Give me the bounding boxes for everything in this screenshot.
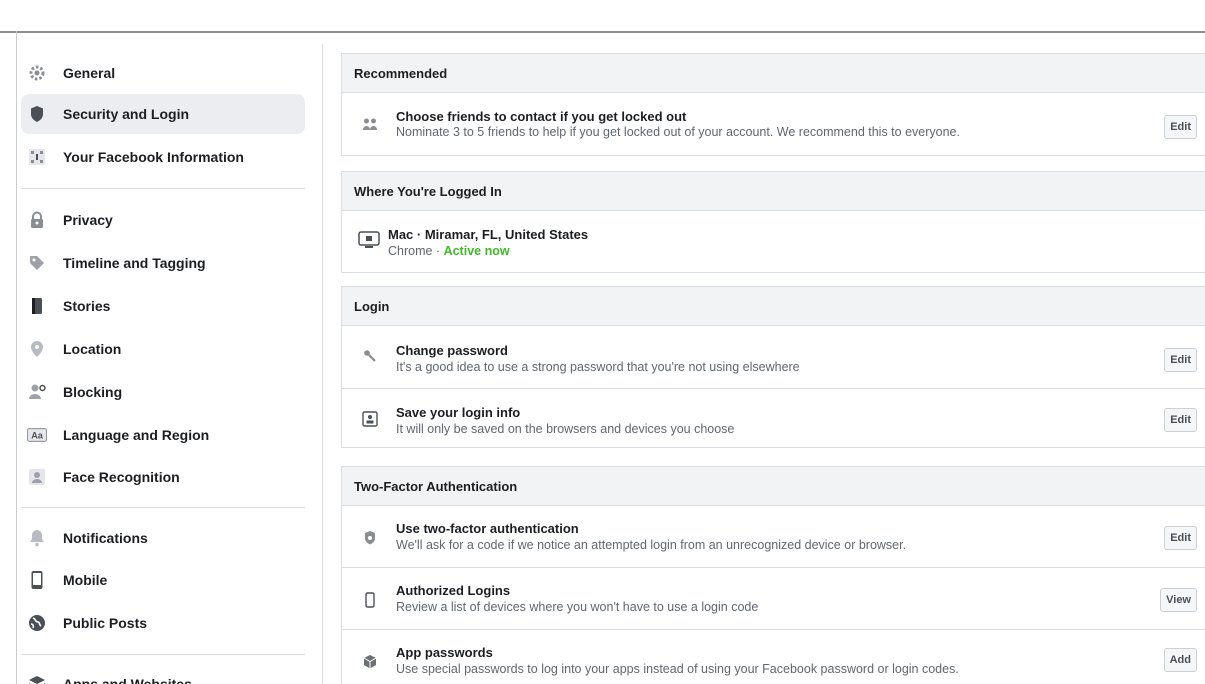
- sidebar-item-mobile[interactable]: Mobile: [21, 560, 305, 600]
- app-password-icon: [360, 652, 380, 672]
- id-card-icon: [360, 409, 380, 429]
- sidebar-item-label: Stories: [63, 298, 111, 314]
- face-recognition-icon: [27, 467, 47, 487]
- view-button[interactable]: View: [1160, 588, 1197, 612]
- tag-icon: [27, 253, 47, 273]
- edit-button[interactable]: Edit: [1164, 408, 1197, 432]
- bell-icon: [27, 528, 47, 548]
- setting-title: Authorized Logins: [396, 583, 511, 598]
- mobile-icon: [27, 570, 47, 590]
- desktop-icon: [358, 230, 380, 250]
- sidebar-divider: [21, 507, 305, 508]
- sidebar-item-label: Notifications: [63, 530, 148, 546]
- add-button[interactable]: Add: [1163, 648, 1197, 672]
- sidebar-item-label: Security and Login: [63, 106, 190, 122]
- sidebar-item-your-facebook-information[interactable]: Your Facebook Information: [21, 137, 305, 177]
- apps-icon: [27, 674, 47, 684]
- language-icon: Aa: [27, 425, 47, 445]
- section-header-where-logged-in: Where You're Logged In: [341, 171, 1205, 211]
- sidebar-item-label: Language and Region: [63, 427, 210, 443]
- edit-button[interactable]: Edit: [1164, 348, 1197, 372]
- setting-description: Use special passwords to log into your a…: [396, 662, 959, 676]
- security-settings-panel: Recommended Choose friends to contact if…: [341, 33, 1205, 684]
- section-header-login: Login: [341, 286, 1205, 326]
- sidebar-item-blocking[interactable]: Blocking: [21, 372, 305, 412]
- mobile-device-icon: [360, 590, 380, 610]
- sidebar-item-label: Apps and Websites: [63, 676, 192, 684]
- sidebar-item-location[interactable]: Location: [21, 329, 305, 369]
- setting-description: It will only be saved on the browsers an…: [396, 422, 735, 436]
- setting-title: Save your login info: [396, 405, 521, 420]
- sidebar-content-divider: [322, 44, 323, 684]
- location-pin-icon: [27, 339, 47, 359]
- settings-sidebar: General Security and Login Your Facebook…: [17, 33, 307, 684]
- section-header-recommended: Recommended: [341, 53, 1205, 93]
- setting-row-save-login-info[interactable]: Save your login info It will only be sav…: [341, 389, 1205, 448]
- trusted-friends-icon: [360, 115, 380, 135]
- setting-title: Use two-factor authentication: [396, 521, 579, 536]
- sidebar-item-language-and-region[interactable]: Aa Language and Region: [21, 415, 305, 455]
- edit-button[interactable]: Edit: [1164, 526, 1197, 550]
- key-icon: [360, 346, 380, 366]
- sidebar-item-label: Public Posts: [63, 615, 148, 631]
- session-row[interactable]: Mac · Miramar, FL, United States Chrome …: [341, 211, 1205, 273]
- session-browser-name: Chrome ·: [388, 244, 444, 258]
- sidebar-item-label: Mobile: [63, 572, 108, 588]
- sidebar-item-label: Your Facebook Information: [63, 149, 244, 165]
- setting-row-trusted-contacts[interactable]: Choose friends to contact if you get loc…: [341, 93, 1205, 156]
- setting-description: Nominate 3 to 5 friends to help if you g…: [396, 125, 960, 139]
- shield-icon: [27, 104, 47, 124]
- setting-description: Review a list of devices where you won't…: [396, 600, 759, 614]
- sidebar-item-label: Face Recognition: [63, 469, 180, 485]
- lock-icon: [27, 210, 47, 230]
- setting-title: App passwords: [396, 645, 493, 660]
- section-header-two-factor: Two-Factor Authentication: [341, 466, 1205, 506]
- sidebar-item-general[interactable]: General: [21, 53, 305, 93]
- setting-row-app-passwords[interactable]: App passwords Use special passwords to l…: [341, 630, 1205, 684]
- gear-icon: [27, 63, 47, 83]
- setting-row-two-factor[interactable]: Use two-factor authentication We'll ask …: [341, 506, 1205, 568]
- sidebar-item-label: Location: [63, 341, 122, 357]
- shield-icon: [360, 528, 380, 548]
- sidebar-item-security-and-login[interactable]: Security and Login: [21, 94, 305, 134]
- sidebar-item-public-posts[interactable]: Public Posts: [21, 603, 305, 643]
- sidebar-item-label: Timeline and Tagging: [63, 255, 206, 271]
- sidebar-divider: [21, 654, 305, 655]
- setting-description: It's a good idea to use a strong passwor…: [396, 360, 800, 374]
- sidebar-item-apps-and-websites[interactable]: Apps and Websites: [21, 664, 305, 684]
- sidebar-divider: [21, 188, 305, 189]
- sidebar-item-privacy[interactable]: Privacy: [21, 200, 305, 240]
- session-device: Mac · Miramar, FL, United States: [388, 227, 589, 242]
- setting-description: We'll ask for a code if we notice an att…: [396, 538, 907, 552]
- sidebar-item-stories[interactable]: Stories: [21, 286, 305, 326]
- edit-button[interactable]: Edit: [1164, 115, 1197, 139]
- book-icon: [27, 296, 47, 316]
- sidebar-item-label: Privacy: [63, 212, 113, 228]
- svg-text:Aa: Aa: [31, 431, 44, 441]
- blocking-icon: [27, 382, 47, 402]
- sidebar-item-label: General: [63, 65, 116, 81]
- setting-title: Change password: [396, 343, 508, 358]
- setting-row-authorized-logins[interactable]: Authorized Logins Review a list of devic…: [341, 568, 1205, 630]
- setting-row-change-password[interactable]: Change password It's a good idea to use …: [341, 326, 1205, 389]
- active-status: Active now: [443, 244, 510, 258]
- sidebar-item-label: Blocking: [63, 384, 123, 400]
- sidebar-item-timeline-and-tagging[interactable]: Timeline and Tagging: [21, 243, 305, 283]
- facebook-info-icon: [27, 147, 47, 167]
- setting-title: Choose friends to contact if you get loc…: [396, 109, 687, 124]
- globe-icon: [27, 613, 47, 633]
- sidebar-item-notifications[interactable]: Notifications: [21, 518, 305, 558]
- session-browser: Chrome · Active now: [388, 244, 510, 258]
- sidebar-item-face-recognition[interactable]: Face Recognition: [21, 457, 305, 497]
